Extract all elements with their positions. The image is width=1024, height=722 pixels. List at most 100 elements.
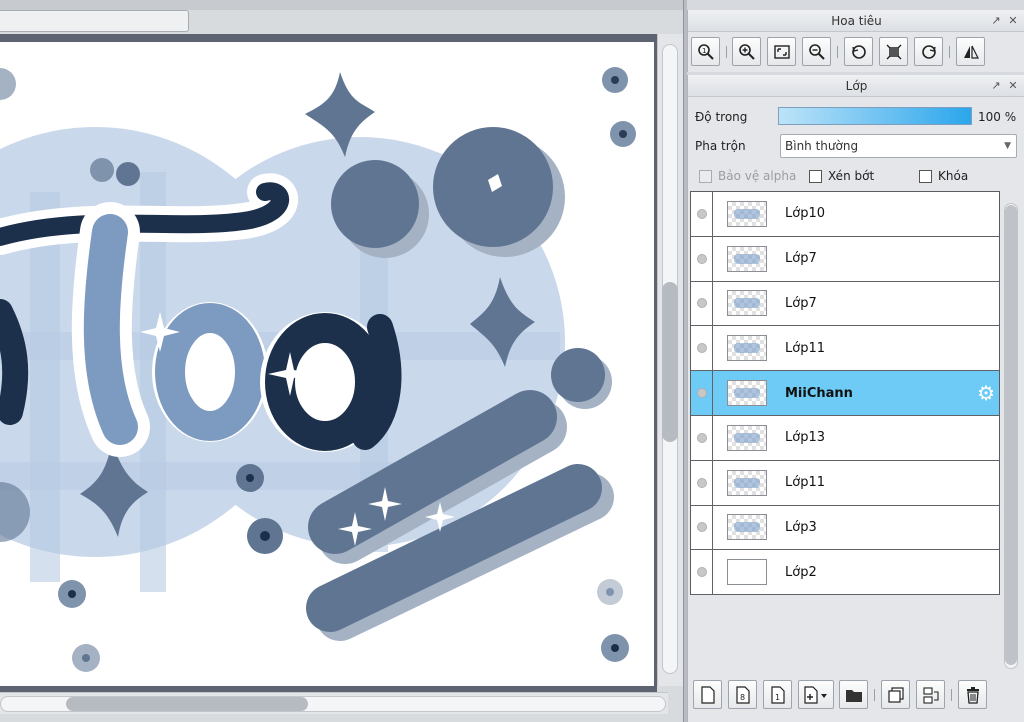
thumbnail-preview [734,522,760,533]
canvas-document-tab[interactable] [0,10,189,32]
layer-thumbnail [727,200,767,227]
toolbar-separator [949,46,950,58]
layer-visibility-toggle[interactable] [691,192,713,236]
layer-visibility-toggle[interactable] [691,415,713,460]
canvas-horizontal-scrollbar[interactable] [0,692,668,714]
toolbar-separator [837,46,838,58]
layer-row[interactable]: Lớp13 [691,415,999,461]
toolbar-separator [951,689,952,701]
close-panel-icon[interactable]: ✕ [1007,80,1019,92]
visibility-dot-icon [696,388,707,399]
blend-mode-value: Bình thường [785,139,859,153]
blend-mode-select[interactable]: Bình thường ▼ [780,134,1017,158]
thumbnail-preview [734,477,760,488]
layer-list: Lớp10 Lớp7 Lớp7 Lớp11 MiiChann ⚙ Lớp13 Lớp11 Lớp… [690,191,1000,596]
visibility-dot-icon [696,432,707,443]
layer-row[interactable]: Lớp11 [691,460,999,506]
navigator-toolbar: 1 [688,34,1024,68]
visibility-dot-icon [696,522,707,533]
rotate-right-icon[interactable] [914,37,943,66]
delete-layer-icon[interactable] [958,680,987,709]
protect-alpha-checkbox[interactable]: Bảo vệ alpha [699,169,796,183]
add-layer-menu-icon[interactable] [798,680,834,709]
layer-toolbar: 8 1 [688,677,1024,717]
thumbnail-preview [734,208,760,219]
clipping-checkbox[interactable]: Xén bớt [809,169,874,183]
layer-visibility-toggle[interactable] [691,460,713,505]
layer-visibility-toggle[interactable] [691,550,713,595]
layer-visibility-toggle[interactable] [691,326,713,371]
blend-mode-label: Pha trộn [695,139,746,153]
canvas-tab-strip [0,0,683,10]
opacity-value: 100 % [978,110,1017,124]
reset-view-icon[interactable] [879,37,908,66]
float-panel-icon[interactable]: ↗ [990,15,1002,27]
visibility-dot-icon [696,477,707,488]
rotate-left-icon[interactable] [844,37,873,66]
svg-text:1: 1 [775,693,780,702]
float-panel-icon[interactable]: ↗ [990,80,1002,92]
layer-name: Lớp10 [785,206,825,222]
canvas-frame [0,34,657,694]
layer-row[interactable]: Lớp11 [691,326,999,372]
zoom-in-icon[interactable] [732,37,761,66]
layer-thumbnail [727,245,767,272]
layer-row[interactable]: Lớp7 [691,281,999,327]
lock-checkbox[interactable]: Khóa [919,169,968,183]
thumbnail-preview [734,298,760,309]
layer-settings-gear-icon[interactable]: ⚙ [977,383,995,403]
layer-row[interactable]: Lớp3 [691,505,999,551]
layers-title: Lớp [688,75,1024,97]
layer-visibility-toggle[interactable] [691,281,713,326]
lock-label: Khóa [938,169,969,183]
layer-row[interactable]: Lớp2 [691,550,999,596]
new-1bit-layer-icon[interactable]: 1 [763,680,792,709]
layer-row[interactable]: Lớp10 [691,192,999,237]
layer-items: Lớp10 Lớp7 Lớp7 Lớp11 MiiChann ⚙ Lớp13 Lớp11 Lớp… [691,192,999,596]
opacity-slider[interactable] [778,107,972,125]
opacity-label: Độ trong [695,110,748,124]
new-layer-icon[interactable] [693,680,722,709]
artwork-canvas[interactable] [0,42,654,686]
thumbnail-preview [734,432,760,443]
layer-row[interactable]: MiiChann ⚙ [691,371,999,416]
layer-name: Lớp2 [785,564,817,580]
layer-visibility-toggle[interactable] [691,236,713,281]
layer-list-scrollbar[interactable] [1002,203,1020,669]
fit-window-icon[interactable] [767,37,796,66]
canvas-area [0,0,683,722]
zoom-out-icon[interactable] [802,37,831,66]
new-8bit-layer-icon[interactable]: 8 [728,680,757,709]
vertical-scroll-thumb[interactable] [662,282,678,442]
new-folder-icon[interactable] [839,680,868,709]
protect-alpha-label: Bảo vệ alpha [718,169,797,183]
layer-name: MiiChann [785,385,853,401]
visibility-dot-icon [696,567,707,578]
checkbox-box [699,169,712,183]
layer-visibility-toggle[interactable] [691,505,713,550]
flip-horizontal-icon[interactable] [956,37,985,66]
layer-row[interactable]: Lớp7 [691,236,999,282]
layer-name: Lớp7 [785,251,817,267]
clipping-label: Xén bớt [828,169,875,183]
visibility-dot-icon [696,253,707,264]
toolbar-separator [726,46,727,58]
thumbnail-preview [734,343,760,354]
layer-name: Lớp3 [785,519,817,535]
layer-name: Lớp13 [785,430,825,446]
duplicate-layer-icon[interactable] [881,680,910,709]
layer-thumbnail [727,514,767,541]
visibility-dot-icon [696,208,707,219]
close-panel-icon[interactable]: ✕ [1007,15,1019,27]
canvas-vertical-scrollbar[interactable] [657,34,683,686]
merge-down-icon[interactable] [916,680,945,709]
layer-visibility-toggle[interactable] [691,371,713,415]
horizontal-scroll-thumb[interactable] [66,697,308,711]
actual-size-icon[interactable]: 1 [691,37,720,66]
navigator-panel: Hoa tiêu ↗ ✕ 1 [687,10,1024,72]
checkbox-box [919,169,932,183]
layer-scroll-thumb[interactable] [1005,205,1017,665]
svg-text:1: 1 [702,47,706,55]
visibility-dot-icon [696,343,707,354]
layer-name: Lớp11 [785,475,825,491]
